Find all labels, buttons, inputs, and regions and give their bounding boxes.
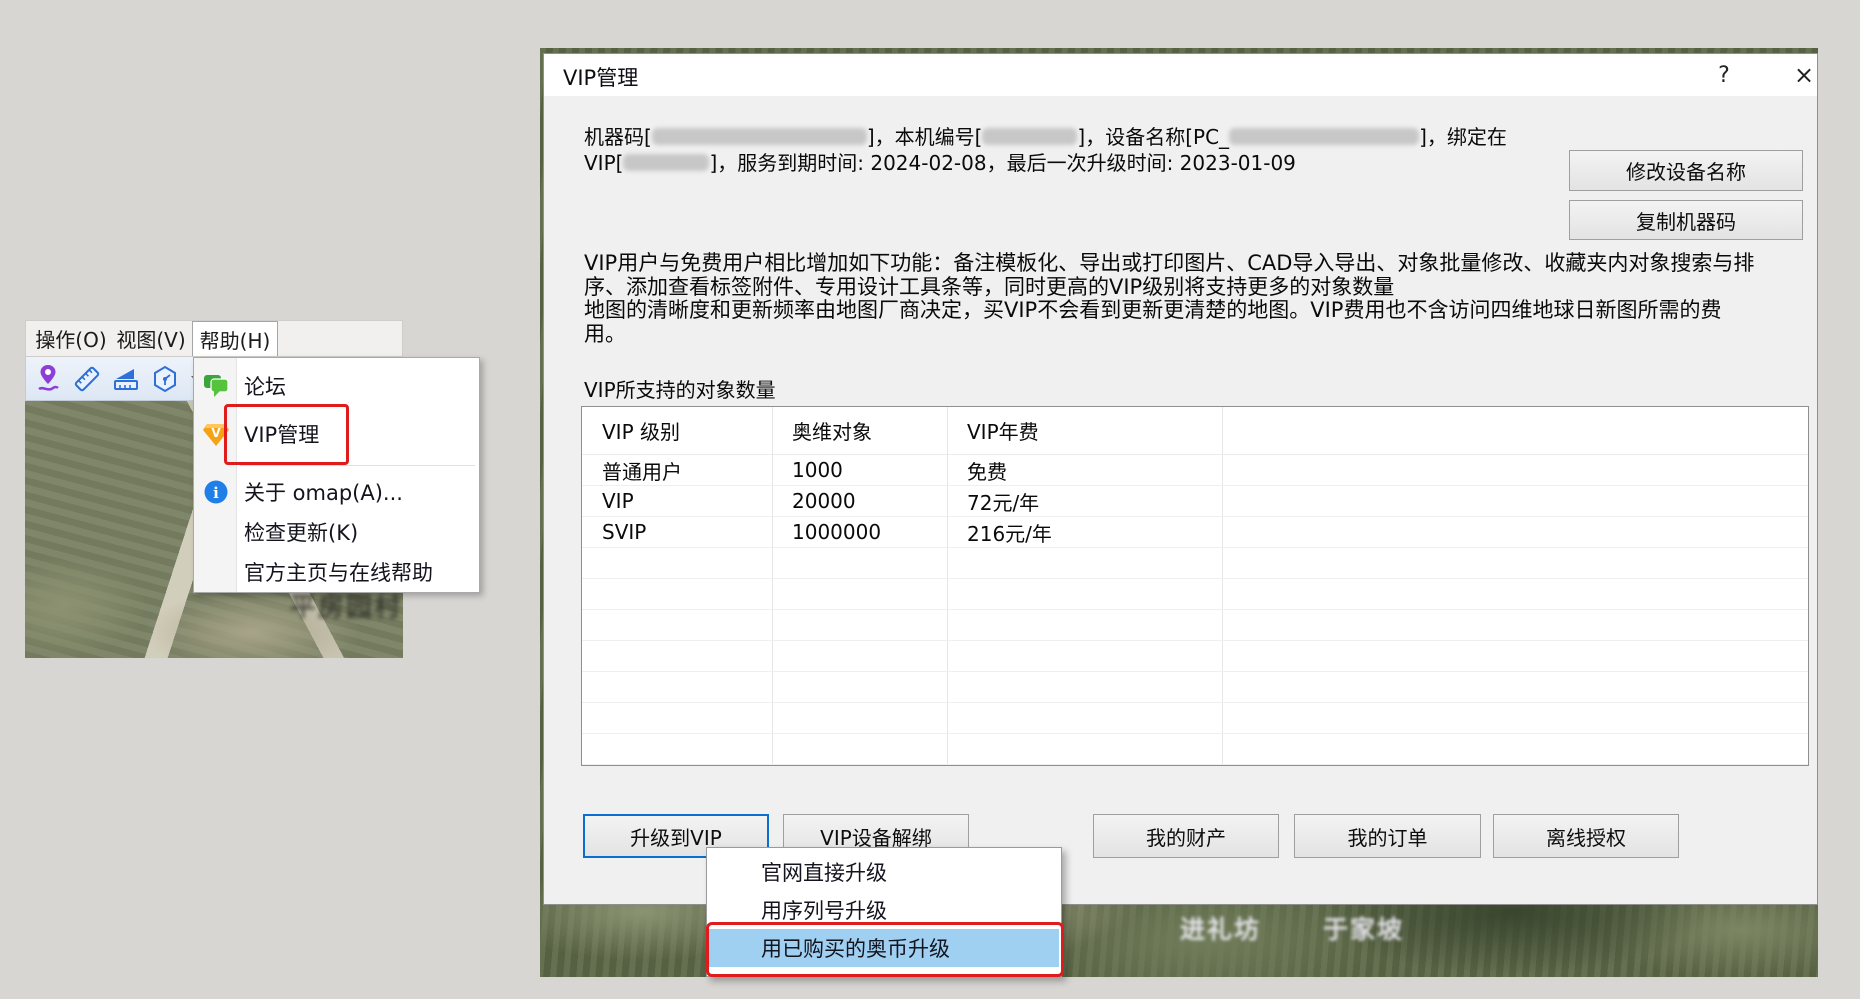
empty-table-row [582, 672, 1808, 703]
vip-levels-table: VIP 级别 奥维对象 VIP年费 普通用户 1000 免费 VIP 20000… [581, 406, 1809, 766]
description-line: VIP用户与免费用户相比增加如下功能：备注模板化、导出或打印图片、CAD导入导出… [584, 252, 1816, 276]
machine-info-segment: ]，设备名称[PC_ [1077, 125, 1229, 149]
menu-item-aobi-coin-upgrade[interactable]: 用已购买的奥币升级 [709, 929, 1059, 967]
my-orders-button[interactable]: 我的订单 [1294, 814, 1481, 858]
empty-table-row [582, 579, 1808, 610]
menu-item-check-update[interactable]: 检查更新(K) [194, 512, 479, 552]
menu-item-label: 关于 omap(A)... [244, 477, 403, 507]
map-place-label: 于家坡 [1323, 910, 1404, 946]
table-caption: VIP所支持的对象数量 [584, 374, 776, 403]
table-cell: 免费 [967, 455, 1007, 485]
table-header-row: VIP 级别 奥维对象 VIP年费 [582, 407, 1808, 455]
redacted-vip-number [623, 154, 709, 171]
table-cell: 1000000 [792, 517, 881, 547]
upgrade-popup-menu: 官网直接升级 用序列号升级 用已购买的奥币升级 [706, 847, 1062, 977]
column-header: VIP 级别 [602, 407, 680, 454]
table-cell: 普通用户 [602, 455, 682, 485]
table-cell: 20000 [792, 486, 856, 516]
vip-description-text: VIP用户与免费用户相比增加如下功能：备注模板化、导出或打印图片、CAD导入导出… [584, 252, 1816, 346]
menu-item-serial-number-upgrade[interactable]: 用序列号升级 [709, 891, 1059, 929]
screenshot-stage: 操作(O) 视图(V) 帮助(H) 平房园村 [0, 0, 1860, 999]
menu-view[interactable]: 视图(V) [116, 321, 186, 356]
machine-info-segment: VIP[ [584, 151, 623, 175]
machine-info-line1: 机器码[ ]，本机编号[ ]，设备名称[PC_ ]，绑定在 [584, 124, 1584, 150]
info-icon: i [201, 477, 231, 507]
empty-table-row [582, 734, 1808, 765]
table-cell: 72元/年 [967, 486, 1039, 516]
table-row: VIP 20000 72元/年 [582, 486, 1808, 517]
column-header: VIP年费 [967, 407, 1039, 454]
menu-item-official-site-upgrade[interactable]: 官网直接升级 [709, 853, 1059, 891]
menu-help[interactable]: 帮助(H) [192, 321, 278, 356]
redacted-device-number [982, 128, 1077, 145]
menu-item-label: 用已购买的奥币升级 [761, 933, 950, 963]
menu-item-label: 官方主页与在线帮助 [244, 557, 433, 587]
empty-table-row [582, 641, 1808, 672]
redacted-machine-code [652, 128, 867, 145]
menu-item-official-homepage[interactable]: 官方主页与在线帮助 [194, 552, 479, 592]
svg-text:V: V [211, 426, 221, 440]
column-header: 奥维对象 [792, 407, 872, 454]
forum-icon [201, 371, 231, 401]
redacted-device-name [1229, 128, 1419, 145]
empty-table-row [582, 548, 1808, 579]
table-cell: VIP [602, 486, 634, 516]
offline-authorization-button[interactable]: 离线授权 [1493, 814, 1679, 858]
modify-device-name-button[interactable]: 修改设备名称 [1569, 150, 1803, 191]
machine-info-segment: ]，绑定在 [1419, 125, 1507, 149]
menu-item-label: 检查更新(K) [244, 517, 358, 547]
menu-bar: 操作(O) 视图(V) 帮助(H) [25, 320, 403, 357]
menu-item-label: 论坛 [244, 371, 286, 401]
machine-info-text: 机器码[ ]，本机编号[ ]，设备名称[PC_ ]，绑定在 VIP[ ]，服务到期时间:… [584, 124, 1584, 176]
table-cell: 1000 [792, 455, 843, 485]
description-line: 用。 [584, 323, 1816, 347]
machine-info-line2: VIP[ ]，服务到期时间: 2024-02-08，最后一次升级时间: 2023-… [584, 150, 1584, 176]
menu-item-label: VIP管理 [244, 419, 319, 449]
copy-machine-code-button[interactable]: 复制机器码 [1569, 200, 1803, 240]
machine-info-segment: ]，本机编号[ [867, 125, 983, 149]
menu-item-about[interactable]: i 关于 omap(A)... [194, 472, 479, 512]
machine-info-segment: ]，服务到期时间: 2024-02-08，最后一次升级时间: 2023-01-0… [709, 151, 1295, 175]
empty-table-row [582, 610, 1808, 641]
empty-table-row [582, 703, 1808, 734]
table-row: SVIP 1000000 216元/年 [582, 517, 1808, 548]
hexagon-compass-icon[interactable] [151, 364, 179, 394]
ruler-icon[interactable] [73, 364, 101, 394]
my-assets-button[interactable]: 我的财产 [1093, 814, 1279, 858]
menu-item-label: 用序列号升级 [761, 895, 887, 925]
close-icon[interactable]: × [1782, 58, 1826, 92]
description-line: 序、添加查看标签附件、专用设计工具条等，同时更高的VIP级别将支持更多的对象数量 [584, 276, 1816, 300]
menu-item-vip-management[interactable]: V VIP管理 [194, 412, 479, 456]
help-dropdown-menu: 论坛 V VIP管理 i 关于 omap(A)... 检查更新(K) 官方主页与… [193, 357, 480, 593]
dialog-title: VIP管理 [563, 62, 638, 92]
description-line: 地图的清晰度和更新频率由地图厂商决定，买VIP不会看到更新更清楚的地图。VIP费… [584, 299, 1816, 323]
menu-item-forum[interactable]: 论坛 [194, 366, 479, 406]
menu-item-label: 官网直接升级 [761, 857, 887, 887]
table-cell: SVIP [602, 517, 646, 547]
vip-diamond-icon: V [201, 419, 231, 449]
svg-text:i: i [213, 484, 219, 502]
menu-separator [240, 465, 475, 466]
table-cell: 216元/年 [967, 517, 1052, 547]
table-row: 普通用户 1000 免费 [582, 455, 1808, 486]
area-measure-icon[interactable] [112, 364, 140, 394]
map-place-label: 进礼坊 [1180, 910, 1261, 946]
menu-operation[interactable]: 操作(O) [34, 321, 108, 356]
machine-info-segment: 机器码[ [584, 125, 652, 149]
route-placemark-icon[interactable] [34, 364, 62, 394]
vip-management-dialog: VIP管理 ? × 机器码[ ]，本机编号[ ]，设备名称[PC_ ]，绑定在 VIP… [543, 53, 1818, 905]
dialog-help-button[interactable]: ? [1702, 58, 1746, 92]
dialog-titlebar[interactable]: VIP管理 ? × [544, 54, 1817, 96]
